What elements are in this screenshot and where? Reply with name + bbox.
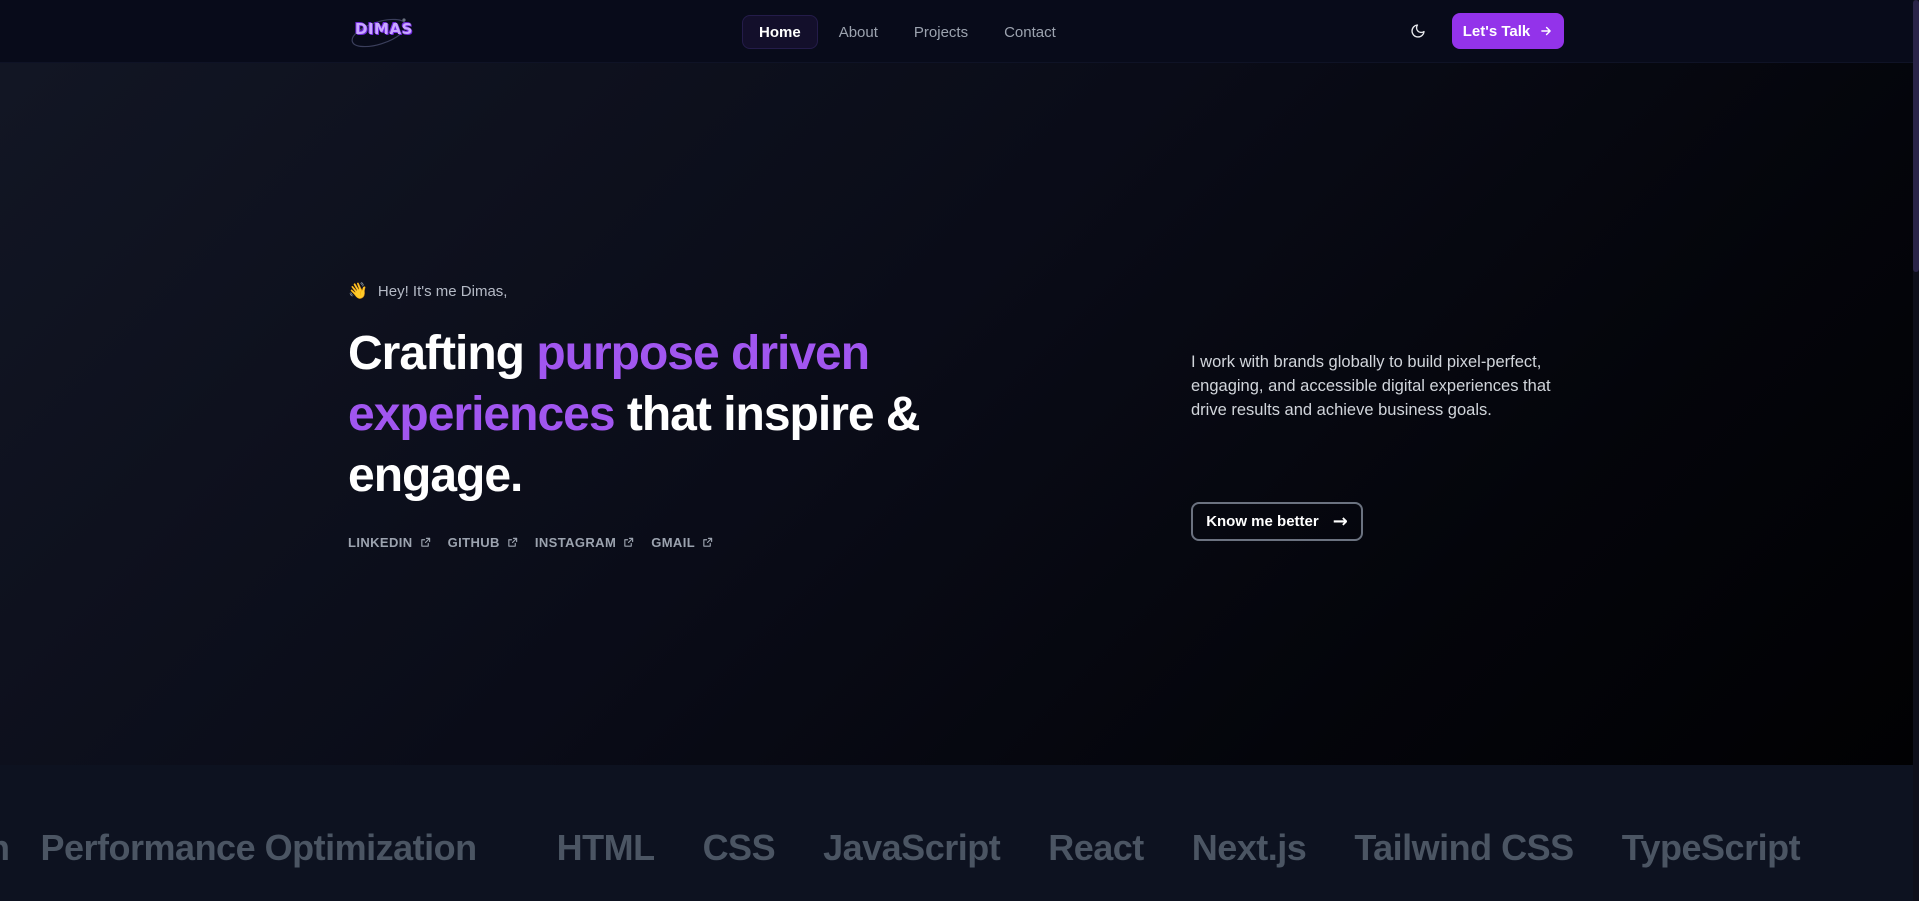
social-github[interactable]: GITHUB: [448, 535, 518, 550]
arrow-right-icon: [1541, 26, 1552, 36]
skill-item: HTML: [556, 827, 655, 868]
moon-icon: [1411, 24, 1425, 38]
skill-item: React: [1048, 827, 1144, 868]
skill-item: Performance Optimization: [40, 827, 478, 868]
skill-item: CSS: [702, 827, 776, 868]
hero-headline: Crafting purpose driven experiences that…: [348, 323, 948, 506]
nav-home[interactable]: Home: [742, 15, 818, 49]
skill-item: n: [0, 827, 10, 869]
page-scrollbar[interactable]: [1913, 0, 1919, 901]
greeting: 👋 Hey! It's me Dimas,: [348, 281, 507, 301]
logo-text: DIMAS: [355, 20, 413, 38]
skill-item: JavaScript: [823, 827, 1001, 868]
scrollbar-thumb[interactable]: [1913, 0, 1919, 272]
greeting-text: Hey! It's me Dimas,: [377, 282, 508, 300]
social-label: GITHUB: [447, 535, 500, 550]
social-links: LINKEDIN GITHUB INSTAGRAM GMAIL: [348, 535, 713, 550]
know-me-better-button[interactable]: Know me better →: [1191, 502, 1363, 541]
social-label: GMAIL: [651, 535, 696, 550]
social-label: LINKEDIN: [348, 535, 413, 550]
social-label: INSTAGRAM: [534, 535, 617, 550]
social-linkedin[interactable]: LINKEDIN: [348, 535, 431, 550]
external-link-icon: [703, 537, 713, 547]
external-link-icon: [508, 537, 518, 547]
skill-item: Tailwind CSS: [1354, 827, 1574, 868]
lets-talk-label: Let's Talk: [1462, 22, 1531, 40]
hero-blurb: I work with brands globally to build pix…: [1191, 353, 1551, 419]
hero-section: 👋 Hey! It's me Dimas, Crafting purpose d…: [0, 63, 1913, 765]
skill-item: TypeScript: [1621, 827, 1801, 868]
lets-talk-button[interactable]: Let's Talk: [1452, 13, 1564, 49]
main-nav: Home About Projects Contact: [742, 15, 1071, 49]
social-gmail[interactable]: GMAIL: [651, 535, 713, 550]
headline-part-1: Crafting: [348, 327, 537, 380]
nav-contact[interactable]: Contact: [989, 15, 1071, 49]
skills-track: n Performance Optimization HTML CSS Java…: [0, 827, 1848, 869]
nav-about[interactable]: About: [824, 15, 893, 49]
site-header: DIMAS Home About Projects Contact Let's …: [0, 0, 1913, 63]
page: DIMAS Home About Projects Contact Let's …: [0, 0, 1919, 901]
external-link-icon: [624, 537, 634, 547]
social-instagram[interactable]: INSTAGRAM: [535, 535, 634, 550]
theme-toggle-button[interactable]: [1407, 19, 1429, 43]
external-link-icon: [420, 537, 430, 547]
arrow-right-icon: →: [1332, 511, 1348, 532]
skill-item: Next.js: [1191, 827, 1307, 868]
know-me-better-label: Know me better: [1206, 513, 1319, 530]
logo[interactable]: DIMAS: [349, 11, 413, 51]
nav-projects[interactable]: Projects: [899, 15, 983, 49]
waving-hand-icon: 👋: [348, 283, 368, 300]
skills-marquee: n Performance Optimization HTML CSS Java…: [0, 765, 1913, 901]
